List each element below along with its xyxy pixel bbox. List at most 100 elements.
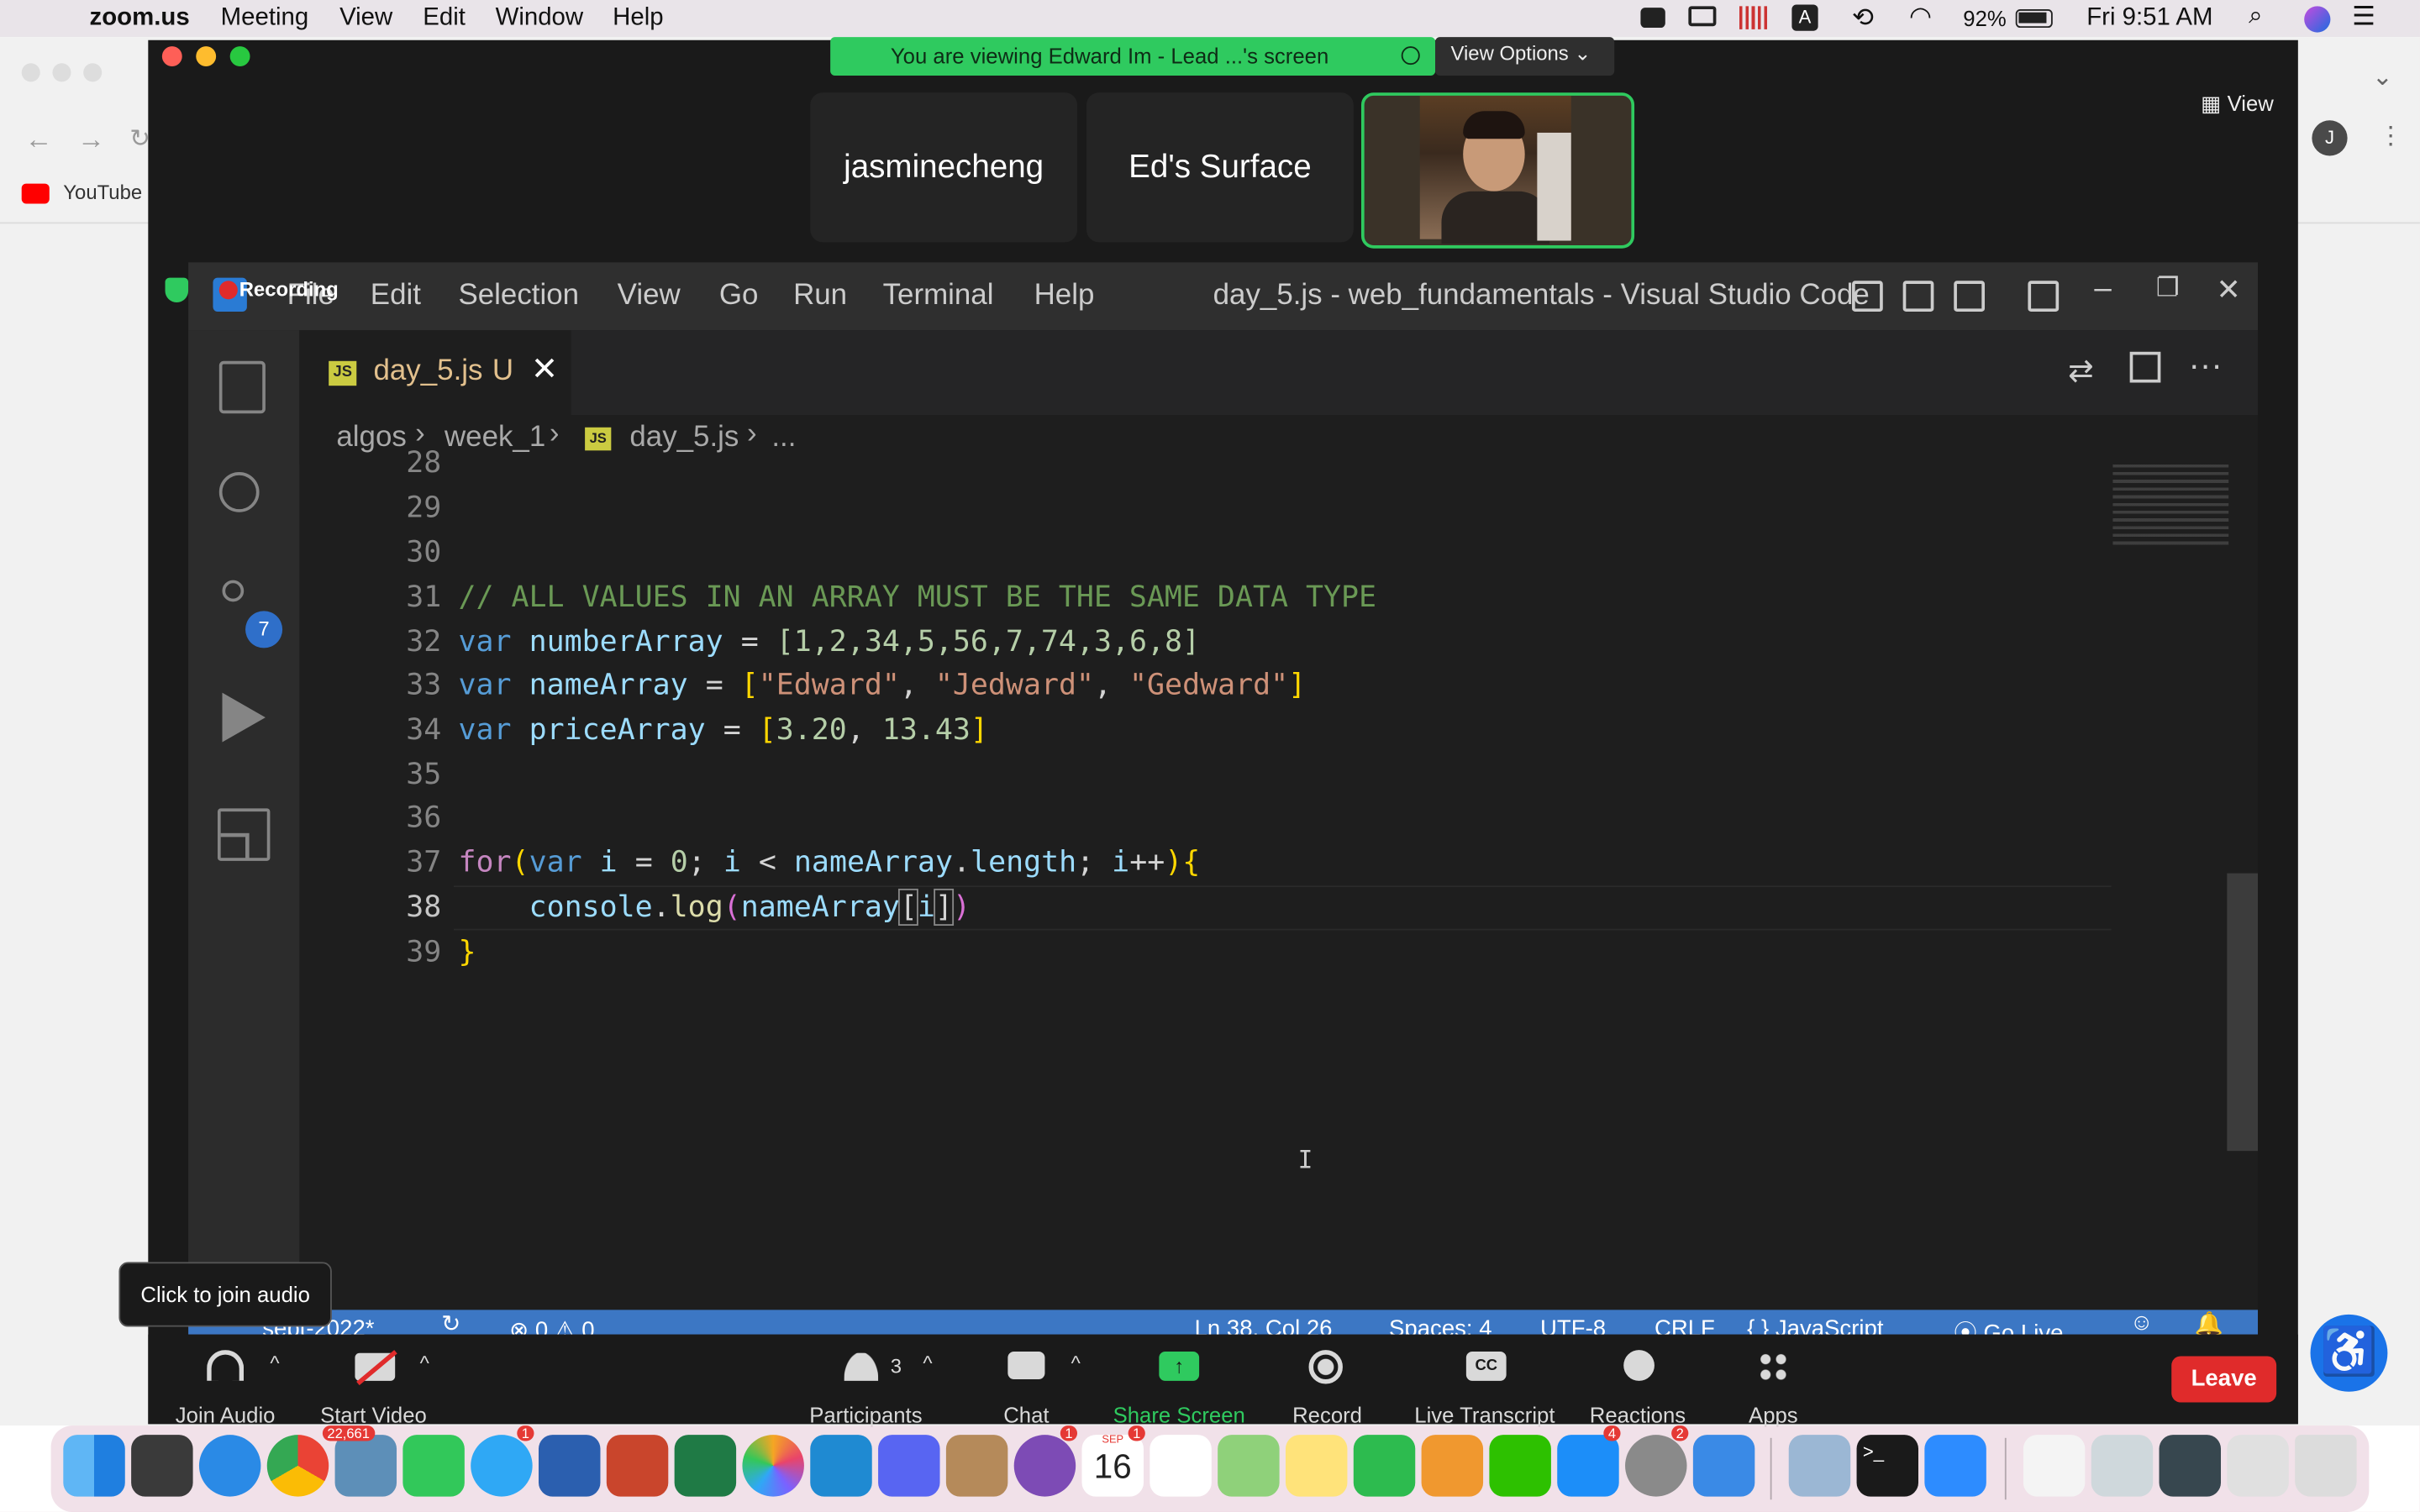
status-indentation[interactable]: Spaces: 4: [1389, 1316, 1492, 1335]
apps-button[interactable]: Apps: [1747, 1351, 1799, 1427]
editor-scrollbar[interactable]: [2227, 873, 2259, 1152]
minimize-window-icon[interactable]: [196, 46, 217, 66]
wifi-icon[interactable]: ◠: [1909, 2, 1932, 33]
dock-safari-icon[interactable]: [198, 1435, 261, 1497]
participants-caret-icon[interactable]: ^: [923, 1352, 932, 1375]
extensions-icon[interactable]: [217, 808, 271, 861]
stats-icon[interactable]: [1739, 6, 1768, 29]
dock-photos-icon[interactable]: [742, 1435, 804, 1497]
leave-button[interactable]: Leave: [2171, 1356, 2277, 1403]
browser-menu-icon[interactable]: ⋮: [2378, 120, 2402, 151]
dock-powerpoint-icon[interactable]: [606, 1435, 669, 1497]
dock-window-thumbnail-icon[interactable]: [2227, 1435, 2289, 1497]
menu-edit[interactable]: Edit: [423, 5, 466, 33]
feedback-icon[interactable]: ☺: [2130, 1310, 2154, 1334]
dock-numbers-icon[interactable]: [1353, 1435, 1416, 1497]
dock-messages-icon[interactable]: 1: [471, 1425, 534, 1497]
dock-notion-icon[interactable]: 1: [1013, 1425, 1078, 1497]
dock-downloads-stack-icon[interactable]: [2023, 1435, 2086, 1497]
dock-pages-icon[interactable]: [1421, 1435, 1484, 1497]
start-video-caret-icon[interactable]: ^: [420, 1352, 429, 1375]
dock-appstore-icon[interactable]: 4: [1557, 1425, 1621, 1497]
menu-view[interactable]: View: [618, 279, 681, 312]
dock-notes-icon[interactable]: [1285, 1435, 1348, 1497]
record-button[interactable]: Record: [1290, 1350, 1364, 1427]
dock-window-thumbnail-icon[interactable]: [2091, 1435, 2154, 1497]
forward-icon[interactable]: →: [77, 123, 105, 156]
chat-button[interactable]: Chat: [994, 1351, 1059, 1427]
reload-icon[interactable]: ↻: [129, 123, 150, 155]
dock-excel-icon[interactable]: [674, 1435, 737, 1497]
status-eol[interactable]: CRLF: [1655, 1316, 1715, 1335]
menu-go[interactable]: Go: [719, 279, 759, 312]
menu-help[interactable]: Help: [613, 5, 663, 33]
menu-view[interactable]: View: [339, 5, 392, 33]
menu-window[interactable]: Window: [496, 5, 584, 33]
dock-preview-icon[interactable]: [1788, 1435, 1851, 1497]
recording-indicator[interactable]: Recording: [160, 273, 339, 310]
dock-maps-icon[interactable]: [1218, 1435, 1280, 1497]
browser-tab-chevron-icon[interactable]: ⌄: [2372, 61, 2393, 92]
participant-tile-eds-surface[interactable]: Ed's Surface: [1086, 92, 1354, 243]
dock-vscode-icon[interactable]: [810, 1435, 872, 1497]
breadcrumb-file[interactable]: day_5.js: [629, 421, 739, 454]
dock-calendar-icon[interactable]: SEP 16 1: [1081, 1425, 1145, 1497]
control-center-icon[interactable]: ☰: [2352, 2, 2375, 33]
open-changes-icon[interactable]: ⇄: [2068, 352, 2094, 391]
battery-icon[interactable]: [2015, 9, 2053, 29]
menu-selection[interactable]: Selection: [458, 279, 579, 312]
participant-tile-jasminecheng[interactable]: jasminecheng: [810, 92, 1078, 243]
menu-meeting[interactable]: Meeting: [221, 5, 309, 33]
code-editor[interactable]: 28 29 30 31 32 33 34 35 36 37 38 39 // A…: [299, 446, 2259, 1310]
siri-icon[interactable]: [2304, 6, 2331, 33]
restore-icon[interactable]: ❐: [2156, 273, 2180, 304]
dock-window-thumbnail-icon[interactable]: [2159, 1435, 2222, 1497]
join-audio-button[interactable]: Join Audio: [173, 1350, 278, 1427]
explorer-icon[interactable]: [218, 360, 266, 414]
menu-help[interactable]: Help: [1034, 279, 1095, 312]
view-button[interactable]: ▦ View: [2201, 91, 2274, 117]
tab-close-icon[interactable]: ✕: [531, 350, 558, 389]
maximize-window-icon[interactable]: [229, 46, 250, 66]
dock-reminders-icon[interactable]: [1150, 1435, 1212, 1497]
dock-discord-icon[interactable]: [878, 1435, 940, 1497]
toggle-sidebar-icon[interactable]: [1852, 281, 1883, 312]
minimap[interactable]: [2112, 464, 2229, 549]
status-go-live[interactable]: ⦿ Go Live: [1954, 1316, 2063, 1335]
dock-trash-icon[interactable]: [2295, 1435, 2357, 1497]
dock-system-preferences-icon[interactable]: 2: [1625, 1425, 1689, 1497]
notifications-icon[interactable]: 🔔: [2195, 1310, 2223, 1335]
dock-mail-icon[interactable]: 22,661: [322, 1425, 397, 1497]
dock-wechat-icon[interactable]: [1489, 1435, 1551, 1497]
chat-caret-icon[interactable]: ^: [1071, 1352, 1081, 1375]
sync-icon[interactable]: ↻: [441, 1310, 460, 1335]
back-icon[interactable]: ←: [24, 123, 52, 156]
start-video-button[interactable]: Start Video: [318, 1350, 429, 1427]
status-problems[interactable]: ⊗ 0 ⚠ 0: [509, 1316, 594, 1335]
view-options-button[interactable]: View Options ⌄: [1435, 37, 1615, 76]
split-editor-icon[interactable]: [2129, 351, 2161, 383]
clock[interactable]: Fri 9:51 AM: [2086, 5, 2212, 33]
share-screen-button[interactable]: ↑ Share Screen: [1111, 1351, 1247, 1427]
status-language[interactable]: { } JavaScript: [1747, 1316, 1883, 1335]
participants-button[interactable]: 3 Participants: [808, 1352, 925, 1427]
layout-icon[interactable]: [2028, 281, 2060, 312]
minimize-icon[interactable]: –: [2094, 271, 2111, 307]
app-menu-zoom[interactable]: zoom.us: [90, 5, 190, 33]
dock-contacts-icon[interactable]: [945, 1435, 1008, 1497]
dock-terminal-icon[interactable]: >_: [1856, 1435, 1919, 1497]
toggle-panel-icon[interactable]: [1902, 281, 1934, 312]
spotlight-search-icon[interactable]: ⌕: [2249, 3, 2262, 31]
menu-run[interactable]: Run: [793, 279, 847, 312]
airplay-icon[interactable]: [1688, 6, 1717, 27]
dock-keynote-icon[interactable]: [1692, 1435, 1755, 1497]
menu-terminal[interactable]: Terminal: [883, 279, 994, 312]
reactions-button[interactable]: Reactions: [1590, 1350, 1686, 1427]
time-machine-icon[interactable]: ⟲: [1852, 3, 1874, 34]
live-transcript-button[interactable]: CC Live Transcript: [1413, 1351, 1555, 1427]
camera-status-icon[interactable]: [1640, 8, 1665, 29]
profile-avatar[interactable]: J: [2312, 120, 2348, 156]
status-cursor-position[interactable]: Ln 38, Col 26: [1195, 1316, 1333, 1335]
more-actions-icon[interactable]: ···: [2188, 345, 2222, 386]
dock-chrome-icon[interactable]: [266, 1435, 329, 1497]
